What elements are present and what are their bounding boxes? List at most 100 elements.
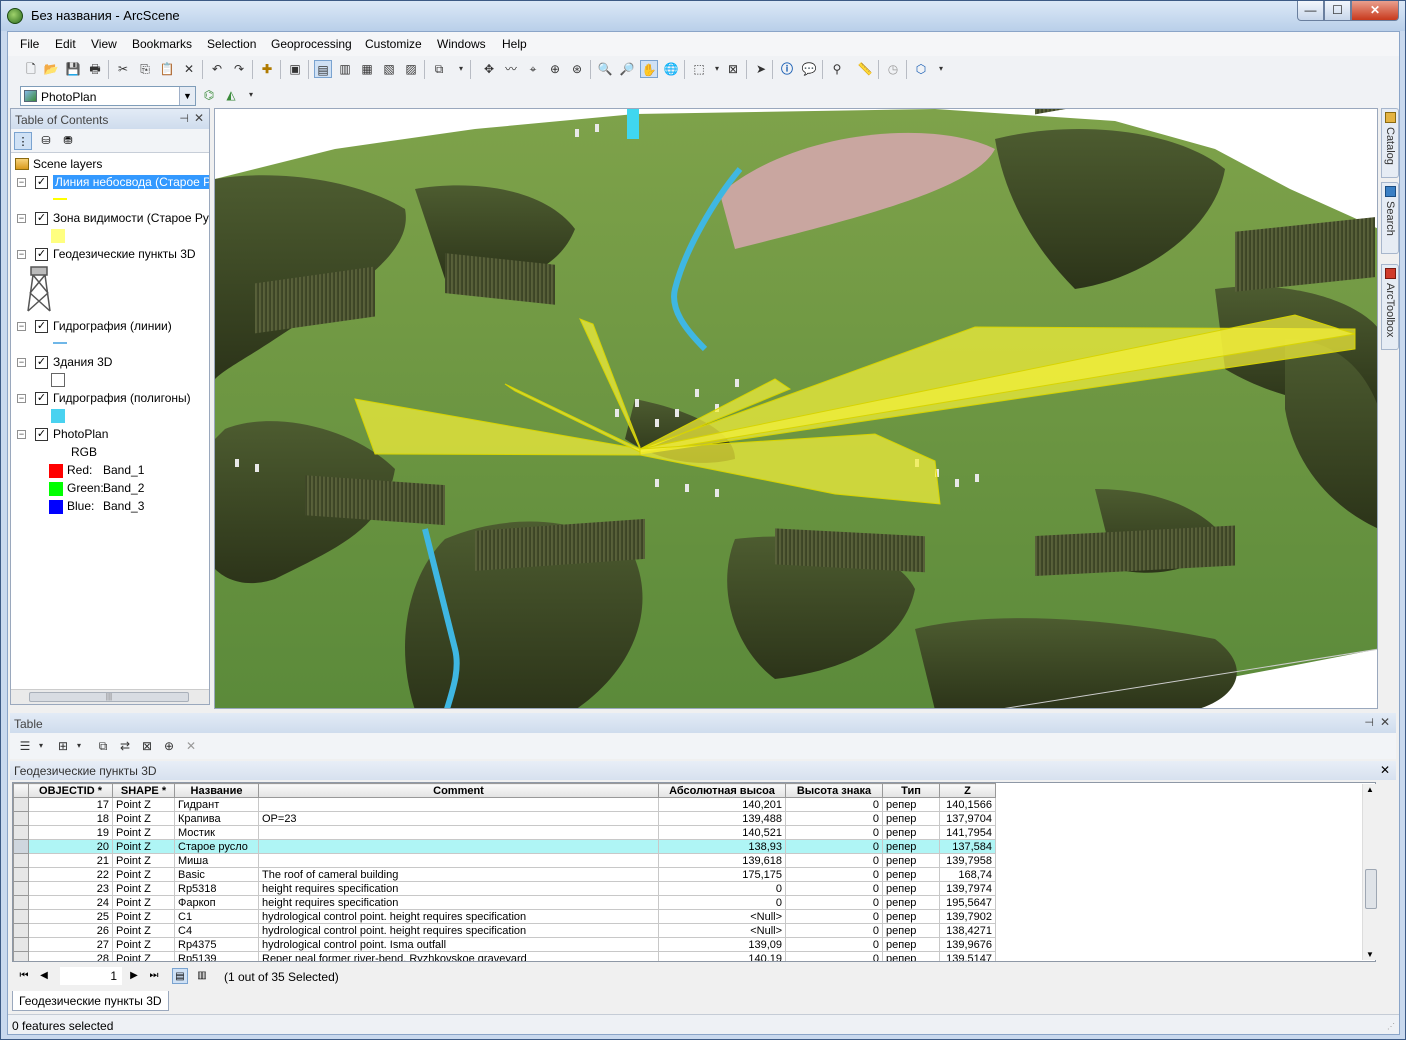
resize-grip-icon[interactable]: ⋰ bbox=[1387, 1022, 1397, 1032]
toc-layer-row[interactable]: − ✓ PhotoPlan bbox=[11, 427, 209, 443]
layer-name[interactable]: Гидрография (полигоны) bbox=[53, 391, 191, 405]
table-cell[interactable]: 25 bbox=[28, 909, 113, 924]
show-all-records-icon[interactable]: ▤ bbox=[172, 968, 188, 984]
tab-search[interactable]: Search bbox=[1381, 182, 1399, 254]
previous-record-icon[interactable]: ◀ bbox=[36, 968, 52, 984]
layer-visibility-checkbox[interactable]: ✓ bbox=[35, 356, 48, 369]
table-cell[interactable]: hydrological control point. height requi… bbox=[258, 923, 659, 938]
table-cell[interactable]: Point Z bbox=[112, 937, 175, 952]
table-cell[interactable]: 141,7954 bbox=[939, 825, 996, 840]
list-by-source-icon[interactable]: ⛁ bbox=[37, 132, 55, 150]
tab-arctoolbox[interactable]: ArcToolbox bbox=[1381, 264, 1399, 350]
close-icon[interactable]: ✕ bbox=[1380, 763, 1390, 777]
toc-window-icon[interactable]: ▤ bbox=[314, 60, 332, 78]
table-row[interactable]: 22 Point Z Basic The roof of cameral buildi… bbox=[13, 867, 996, 882]
table-cell[interactable]: Крапива bbox=[174, 811, 259, 826]
table-cell[interactable]: 24 bbox=[28, 895, 113, 910]
table-cell[interactable]: 140,1566 bbox=[939, 797, 996, 812]
column-header[interactable]: Высота знака bbox=[785, 783, 883, 798]
scene-properties-icon[interactable]: ▣ bbox=[286, 60, 304, 78]
column-header[interactable]: Comment bbox=[258, 783, 659, 798]
zoom-to-selected-icon[interactable]: ⊕ bbox=[160, 737, 178, 755]
toc-layer-row[interactable]: − ✓ Гидрография (полигоны) bbox=[11, 391, 209, 407]
table-cell[interactable]: репер bbox=[882, 937, 940, 952]
collapse-icon[interactable]: − bbox=[17, 358, 26, 367]
table-row[interactable]: 17 Point Z Гидрант 140,201 0 репер 140,1566 bbox=[13, 797, 996, 812]
model-builder-icon[interactable]: ⧉ bbox=[430, 60, 448, 78]
show-selected-records-icon[interactable]: ▥ bbox=[194, 968, 210, 984]
save-icon[interactable]: 💾 bbox=[64, 60, 82, 78]
table-cell[interactable]: репер bbox=[882, 923, 940, 938]
table-cell[interactable]: 0 bbox=[785, 839, 883, 854]
table-row[interactable]: 23 Point Z Rp5318 height requires specifica… bbox=[13, 881, 996, 896]
measure-icon[interactable]: 📏 bbox=[856, 60, 874, 78]
table-cell[interactable]: 195,5647 bbox=[939, 895, 996, 910]
table-cell[interactable]: hydrological control point. height requi… bbox=[258, 909, 659, 924]
table-cell[interactable] bbox=[258, 797, 659, 812]
layer-selector[interactable]: PhotoPlan ▼ bbox=[20, 86, 196, 106]
table-row[interactable]: 25 Point Z C1 hydrological control point. h… bbox=[13, 909, 996, 924]
table-cell[interactable]: 168,74 bbox=[939, 867, 996, 882]
table-cell[interactable]: 0 bbox=[785, 811, 883, 826]
delete-selected-icon[interactable]: ✕ bbox=[182, 737, 200, 755]
table-cell[interactable]: Point Z bbox=[112, 839, 175, 854]
print-icon[interactable]: 🖶 bbox=[86, 60, 104, 78]
table-cell[interactable]: 21 bbox=[28, 853, 113, 868]
row-selector[interactable] bbox=[13, 923, 29, 938]
catalog-window-icon[interactable]: ▥ bbox=[336, 60, 354, 78]
table-cell[interactable]: 139,9676 bbox=[939, 937, 996, 952]
layer-visibility-checkbox[interactable]: ✓ bbox=[35, 212, 48, 225]
table-cell[interactable]: Point Z bbox=[112, 923, 175, 938]
table-cell[interactable]: Point Z bbox=[112, 853, 175, 868]
minimize-button[interactable]: — bbox=[1297, 1, 1324, 21]
target-center-icon[interactable]: ⌖ bbox=[524, 60, 542, 78]
scroll-down-icon[interactable]: ▼ bbox=[1366, 950, 1374, 959]
copy-icon[interactable]: ⎘ bbox=[136, 60, 154, 78]
table-cell[interactable]: Rp4375 bbox=[174, 937, 259, 952]
options-icon[interactable]: ⛃ bbox=[59, 132, 77, 150]
table-options-dropdown-icon[interactable]: ▾ bbox=[32, 737, 50, 755]
menu-bookmarks[interactable]: Bookmarks bbox=[132, 37, 192, 51]
chevron-down-icon[interactable]: ▼ bbox=[179, 87, 195, 105]
layer-visibility-checkbox[interactable]: ✓ bbox=[35, 428, 48, 441]
navigate-icon[interactable]: ✥ bbox=[480, 60, 498, 78]
row-selector[interactable] bbox=[13, 867, 29, 882]
scene-3d-view[interactable] bbox=[214, 108, 1378, 709]
collapse-icon[interactable]: − bbox=[17, 394, 26, 403]
layer-name[interactable]: Геодезические пункты 3D bbox=[53, 247, 196, 261]
table-cell[interactable]: репер bbox=[882, 853, 940, 868]
table-cell[interactable]: 0 bbox=[785, 951, 883, 961]
table-cell[interactable]: Мостик bbox=[174, 825, 259, 840]
table-cell[interactable]: 0 bbox=[785, 867, 883, 882]
related-tables-dropdown-icon[interactable]: ▾ bbox=[70, 737, 88, 755]
layer-name[interactable]: Зона видимости (Старое Ру bbox=[53, 211, 209, 225]
layer-visibility-checkbox[interactable]: ✓ bbox=[35, 320, 48, 333]
menu-file[interactable]: File bbox=[20, 37, 39, 51]
full-extent-globe-icon[interactable]: 🌐 bbox=[662, 60, 680, 78]
table-cell[interactable]: Point Z bbox=[112, 951, 175, 961]
table-cell[interactable]: <Null> bbox=[658, 909, 786, 924]
paste-icon[interactable]: 📋 bbox=[158, 60, 176, 78]
table-vertical-scrollbar[interactable]: ▲ ▼ bbox=[1362, 784, 1378, 960]
table-cell[interactable]: 138,93 bbox=[658, 839, 786, 854]
table-cell[interactable]: 140,19 bbox=[658, 951, 786, 961]
column-header[interactable]: Название bbox=[174, 783, 259, 798]
table-cell[interactable]: C1 bbox=[174, 909, 259, 924]
table-cell[interactable]: 0 bbox=[785, 909, 883, 924]
table-cell[interactable]: Point Z bbox=[112, 909, 175, 924]
layer-visibility-checkbox[interactable]: ✓ bbox=[35, 248, 48, 261]
clear-selection-icon[interactable]: ⊠ bbox=[138, 737, 156, 755]
toc-layer-row[interactable]: − ✓ Геодезические пункты 3D bbox=[11, 247, 209, 263]
table-cell[interactable]: репер bbox=[882, 881, 940, 896]
html-popup-icon[interactable]: 💬 bbox=[800, 60, 818, 78]
switch-selection-icon[interactable]: ⇄ bbox=[116, 737, 134, 755]
column-header[interactable]: OBJECTID * bbox=[28, 783, 113, 798]
row-selector-header[interactable] bbox=[13, 783, 29, 798]
table-cell[interactable]: Reper neal former river-bend. Ryzhkovsko… bbox=[258, 951, 659, 961]
table-cell[interactable]: 138,4271 bbox=[939, 923, 996, 938]
toc-layer-row[interactable]: − ✓ Гидрография (линии) bbox=[11, 319, 209, 335]
delete-icon[interactable]: ✕ bbox=[180, 60, 198, 78]
clear-selection-icon[interactable]: ⊠ bbox=[724, 60, 742, 78]
table-cell[interactable]: 19 bbox=[28, 825, 113, 840]
zoom-out-icon[interactable]: 🔎 bbox=[618, 60, 636, 78]
